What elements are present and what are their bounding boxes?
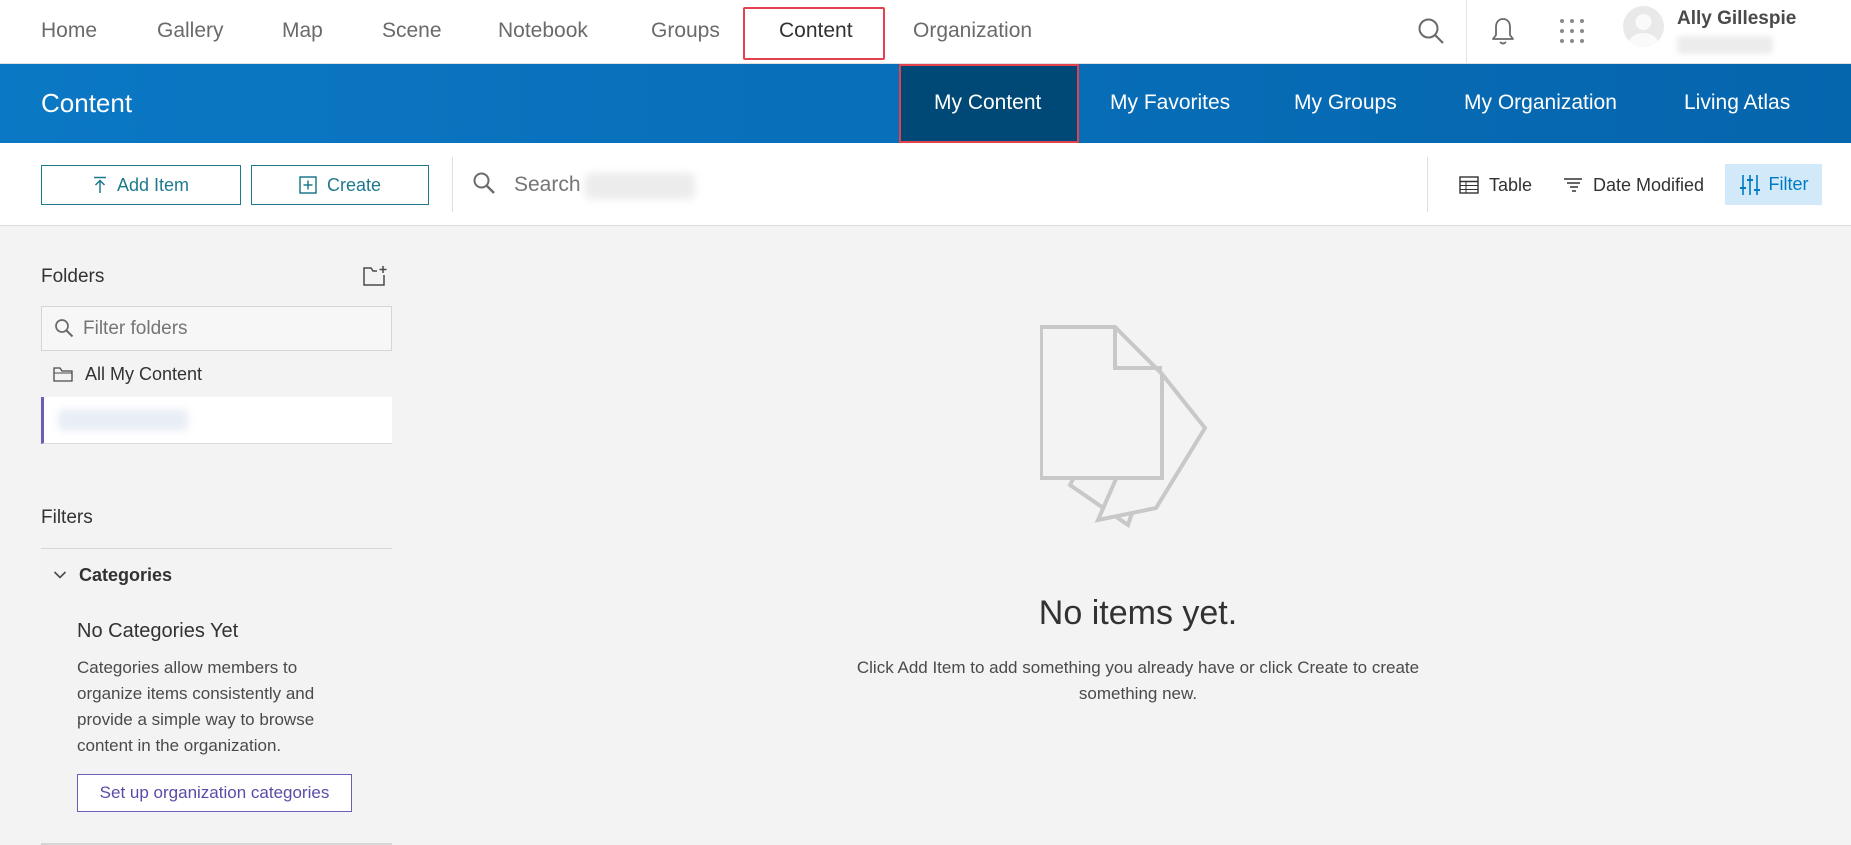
content-toolbar: Add Item Create Table Date Modified Filt… <box>0 143 1851 226</box>
user-username-redacted <box>1677 36 1773 54</box>
folder-all-my-content[interactable]: All My Content <box>41 358 392 390</box>
tab-my-favorites[interactable]: My Favorites <box>1110 91 1230 115</box>
filter-folders-input[interactable] <box>83 317 373 341</box>
categories-label: Categories <box>79 564 173 585</box>
table-icon <box>1459 176 1479 194</box>
search-redacted-text <box>585 173 695 199</box>
no-categories-description: Categories allow members to organize ite… <box>77 658 315 755</box>
top-navigation: Home Gallery Map Scene Notebook Groups C… <box>0 0 1851 64</box>
tab-my-groups[interactable]: My Groups <box>1294 91 1397 115</box>
empty-state-description: Click Add Item to add something you alre… <box>856 658 1420 703</box>
search-icon <box>54 318 74 343</box>
sort-label: Date Modified <box>1593 174 1705 195</box>
folders-heading: Folders <box>41 266 105 287</box>
nav-gallery[interactable]: Gallery <box>157 16 224 46</box>
nav-groups[interactable]: Groups <box>651 16 720 46</box>
search-field-icon <box>472 171 496 200</box>
bell-icon[interactable] <box>1480 8 1526 54</box>
filter-label: Filter <box>1768 174 1809 194</box>
filter-folders-field <box>41 306 392 351</box>
folder-icon <box>53 367 73 382</box>
apps-grid-icon[interactable] <box>1549 8 1595 54</box>
sort-icon <box>1564 178 1582 192</box>
categories-toggle[interactable]: Categories <box>41 560 392 590</box>
nav-organization[interactable]: Organization <box>913 16 1032 46</box>
create-button[interactable]: Create <box>251 165 429 205</box>
sort-date-modified-button[interactable]: Date Modified <box>1563 165 1704 205</box>
new-folder-icon[interactable] <box>363 265 389 289</box>
folder-all-my-content-label: All My Content <box>85 363 203 384</box>
nav-divider <box>1466 0 1467 63</box>
toolbar-divider <box>1427 157 1428 212</box>
filters-heading: Filters <box>41 507 93 528</box>
tab-living-atlas[interactable]: Living Atlas <box>1684 91 1790 115</box>
nav-map[interactable]: Map <box>282 16 323 46</box>
setup-categories-button[interactable]: Set up organization categories <box>77 774 352 812</box>
sliders-icon <box>1739 174 1760 195</box>
view-table-label: Table <box>1489 174 1533 195</box>
filter-button[interactable]: Filter <box>1725 164 1822 205</box>
tab-my-content[interactable]: My Content <box>934 91 1041 115</box>
upload-icon <box>93 176 106 193</box>
tab-my-organization[interactable]: My Organization <box>1464 91 1617 115</box>
add-item-button[interactable]: Add Item <box>41 165 241 205</box>
nav-scene[interactable]: Scene <box>382 16 442 46</box>
user-avatar[interactable] <box>1623 6 1664 47</box>
page-title: Content <box>41 88 133 118</box>
folder-redacted-name <box>58 409 188 431</box>
view-table-button[interactable]: Table <box>1459 165 1532 205</box>
empty-state-title: No items yet. <box>1038 594 1238 632</box>
search-icon[interactable] <box>1408 8 1454 54</box>
empty-documents-illustration <box>1039 320 1240 540</box>
filters-divider <box>41 548 392 549</box>
user-name[interactable]: Ally Gillespie <box>1677 8 1796 30</box>
add-item-label: Add Item <box>116 174 190 195</box>
plus-square-icon <box>299 176 317 194</box>
chevron-down-icon <box>53 571 67 579</box>
nav-content[interactable]: Content <box>779 16 853 46</box>
nav-home[interactable]: Home <box>41 16 97 46</box>
nav-notebook[interactable]: Notebook <box>498 16 588 46</box>
toolbar-divider <box>452 157 453 212</box>
folder-user-selected[interactable] <box>41 397 392 444</box>
create-label: Create <box>326 174 382 195</box>
